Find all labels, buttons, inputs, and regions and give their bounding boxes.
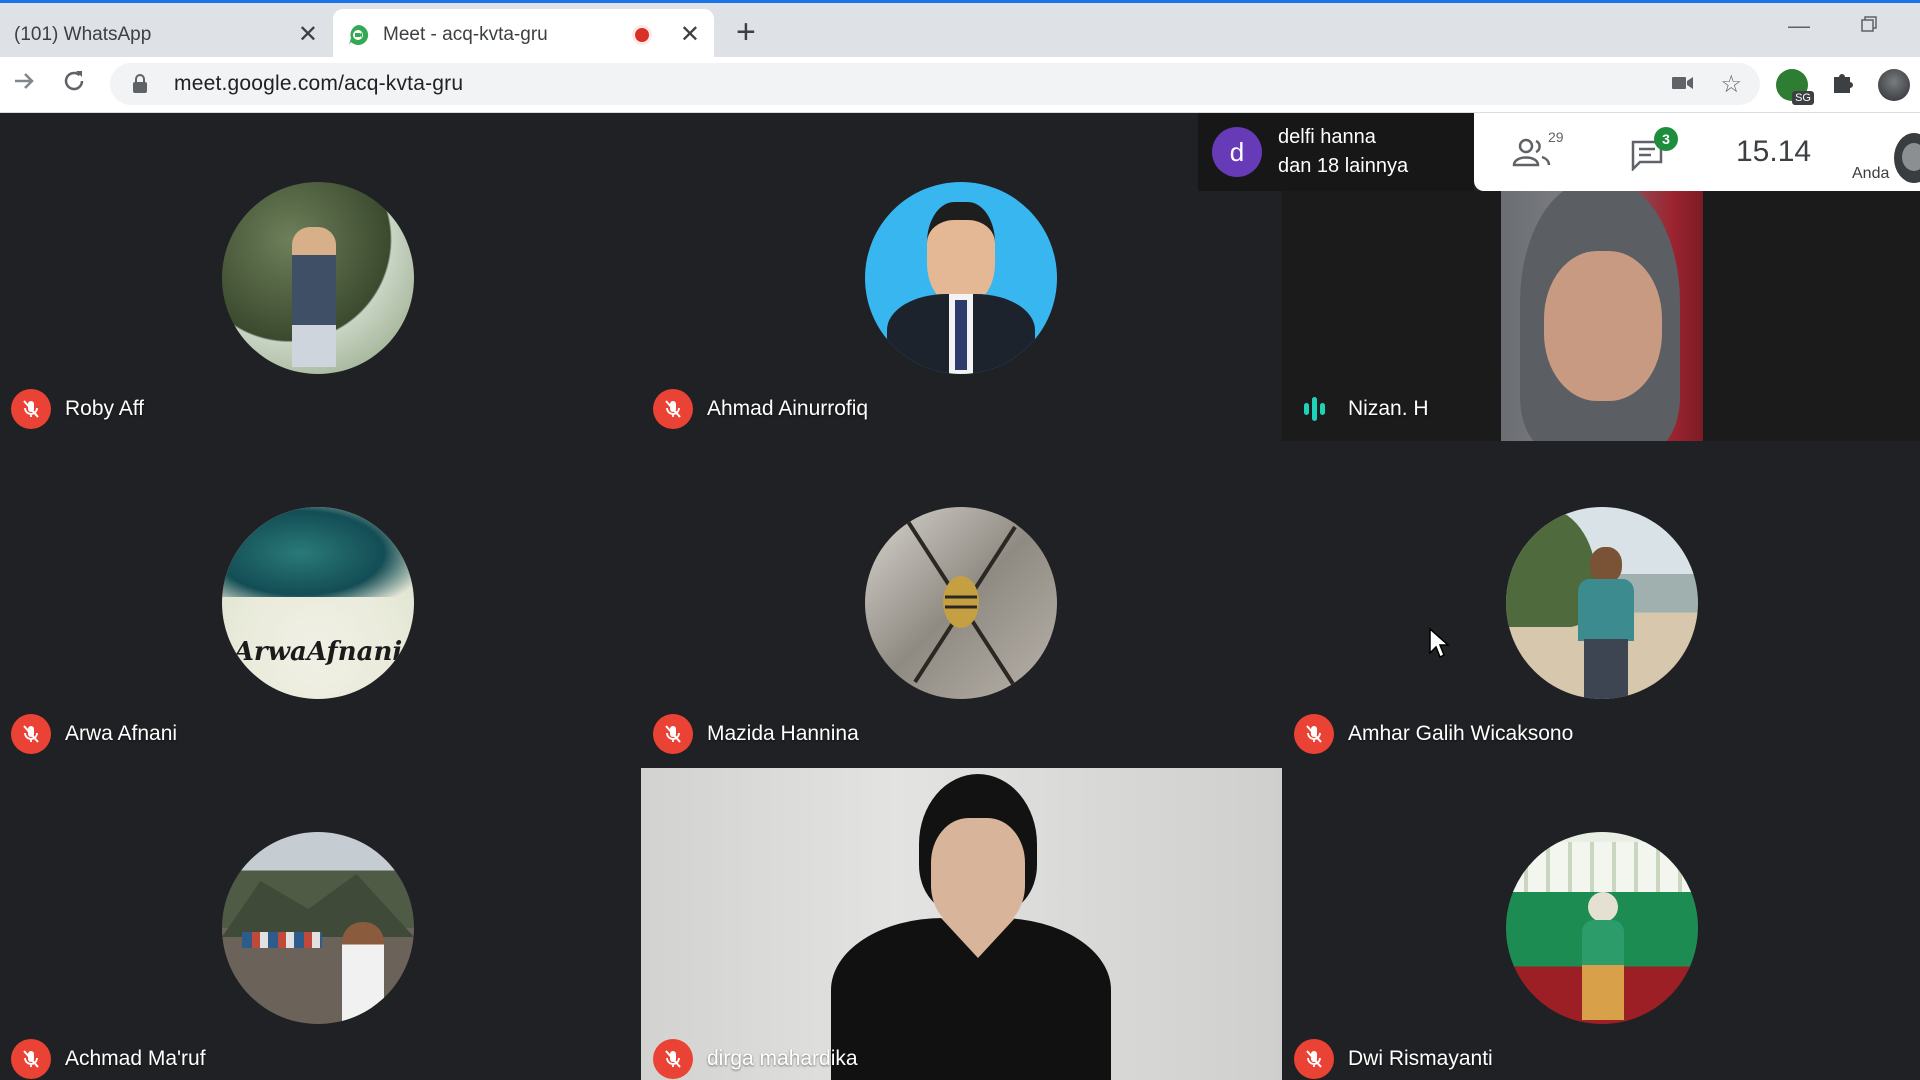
mic-off-icon — [653, 1039, 693, 1079]
presenter-others: dan 18 lainnya — [1278, 155, 1409, 177]
participants-count: 29 — [1548, 129, 1564, 145]
mouse-cursor-icon — [1428, 627, 1450, 664]
avatar-mazida-hannina — [865, 507, 1057, 699]
chat-unread-badge: 3 — [1654, 127, 1678, 151]
recording-icon — [631, 24, 652, 45]
extension-badge: SG — [1792, 91, 1814, 105]
people-icon — [1512, 138, 1551, 167]
chat-button[interactable]: 3 — [1630, 127, 1678, 176]
participant-name: dirga mahardika — [707, 1047, 858, 1070]
mic-off-icon — [11, 714, 51, 754]
meet-top-bar: 29 3 15.14 Anda — [1474, 113, 1920, 191]
tab-whatsapp[interactable]: (101) WhatsApp ✕ — [0, 9, 332, 60]
mic-off-icon — [1294, 1039, 1334, 1079]
people-button[interactable]: 29 — [1512, 129, 1564, 174]
close-icon[interactable]: ✕ — [680, 20, 700, 49]
avatar-roby-aff — [222, 182, 414, 374]
mic-off-icon — [11, 389, 51, 429]
avatar-amhar-galih-wicaksono — [1506, 507, 1698, 699]
lock-icon[interactable] — [132, 74, 148, 94]
self-label: Anda — [1852, 165, 1890, 182]
mic-off-icon — [653, 714, 693, 754]
restore-icon[interactable] — [1860, 13, 1878, 39]
new-tab-button[interactable]: + — [736, 15, 756, 49]
presenter-avatar: d — [1212, 127, 1262, 177]
participant-name: Arwa Afnani — [65, 722, 178, 745]
participant-name: Roby Aff — [65, 397, 144, 420]
participant-label: Nizan. H — [1294, 389, 1429, 429]
minimize-icon[interactable]: — — [1788, 13, 1810, 39]
tab-label: (101) WhatsApp — [14, 23, 152, 45]
video-tile-dirga — [641, 768, 1282, 1080]
participant-label: Dwi Rismayanti — [1294, 1039, 1493, 1079]
presenter-indicator[interactable]: d delfi hanna dan 18 lainnya — [1198, 113, 1474, 191]
close-icon[interactable]: ✕ — [298, 20, 318, 49]
avatar-text: ArwaAfnani — [233, 637, 403, 667]
bookmark-star-icon[interactable]: ☆ — [1720, 70, 1742, 99]
browser-toolbar: meet.google.com/acq-kvta-gru ☆ SG — [0, 57, 1920, 113]
participant-label: Achmad Ma'ruf — [11, 1039, 206, 1079]
avatar-arwa-afnani: ArwaAfnani — [222, 507, 414, 699]
participant-name: Amhar Galih Wicaksono — [1348, 722, 1574, 745]
participant-label: dirga mahardika — [653, 1039, 858, 1079]
participant-label: Roby Aff — [11, 389, 144, 429]
meeting-clock: 15.14 — [1736, 135, 1812, 168]
participant-name: Dwi Rismayanti — [1348, 1047, 1493, 1070]
profile-avatar[interactable] — [1878, 69, 1910, 101]
participant-label: Mazida Hannina — [653, 714, 859, 754]
presenter-name: delfi hanna — [1278, 126, 1376, 148]
vpn-extension-icon[interactable]: SG — [1776, 69, 1814, 105]
tab-meet[interactable]: Meet - acq-kvta-gru ✕ — [333, 9, 714, 60]
self-video-thumbnail[interactable] — [1894, 133, 1920, 183]
participant-name: Achmad Ma'ruf — [65, 1047, 206, 1070]
url-text: meet.google.com/acq-kvta-gru — [174, 72, 464, 95]
camera-icon[interactable] — [1672, 70, 1694, 98]
mic-off-icon — [653, 389, 693, 429]
participant-name: Ahmad Ainurrofiq — [707, 397, 869, 420]
reload-icon[interactable] — [60, 67, 88, 102]
meet-favicon-icon — [347, 24, 369, 46]
extensions-puzzle-icon[interactable] — [1830, 69, 1856, 102]
mic-off-icon — [11, 1039, 51, 1079]
participant-label: Amhar Galih Wicaksono — [1294, 714, 1573, 754]
tab-label: Meet - acq-kvta-gru — [383, 23, 548, 45]
avatar-ahmad-ainurrofiq — [865, 182, 1057, 374]
address-bar[interactable]: meet.google.com/acq-kvta-gru ☆ — [110, 63, 1760, 105]
speaking-indicator-icon — [1294, 389, 1334, 429]
avatar-achmad-maruf — [222, 832, 414, 1024]
participant-label: Ahmad Ainurrofiq — [653, 389, 868, 429]
participant-name: Nizan. H — [1348, 397, 1429, 420]
participant-name: Mazida Hannina — [707, 722, 859, 745]
mic-off-icon — [1294, 714, 1334, 754]
tab-strip: (101) WhatsApp ✕ Meet - acq-kvta-gru ✕ +… — [0, 0, 1920, 60]
forward-icon[interactable] — [10, 67, 38, 102]
avatar-dwi-rismayanti — [1506, 832, 1698, 1024]
participant-label: Arwa Afnani — [11, 714, 177, 754]
